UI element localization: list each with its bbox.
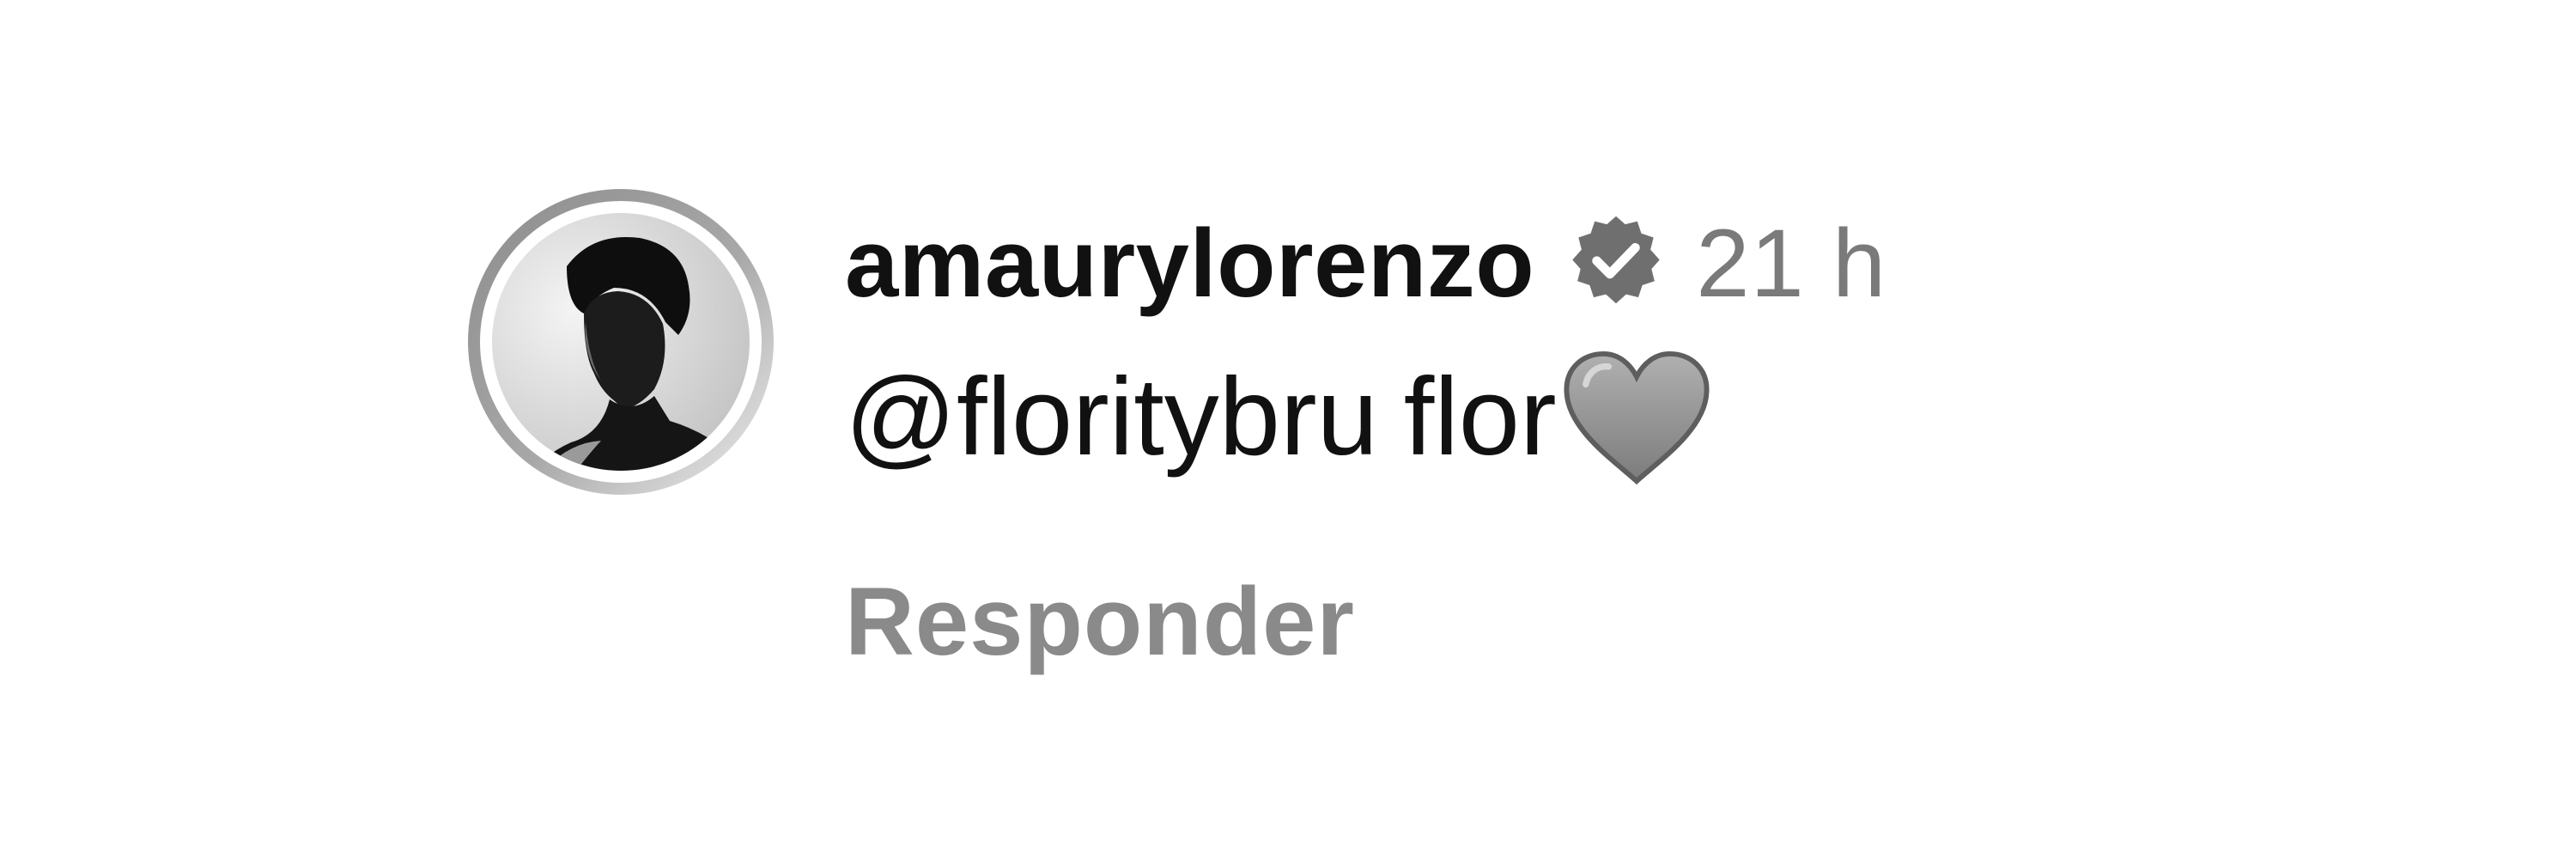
comment-body: amaurylorenzo 21 h @floritybru flor Resp… xyxy=(845,203,2391,677)
reply-button[interactable]: Responder xyxy=(845,566,1355,677)
comment-message: flor xyxy=(1403,356,1557,478)
comment-text: @floritybru flor xyxy=(845,342,2391,492)
mention-link[interactable]: @floritybru xyxy=(845,354,1378,480)
comment-item: amaurylorenzo 21 h @floritybru flor Resp… xyxy=(0,0,2576,859)
comment-timestamp: 21 h xyxy=(1696,209,1887,317)
comment-header: amaurylorenzo 21 h xyxy=(845,203,2391,323)
verified-badge-icon xyxy=(1565,212,1667,314)
username-link[interactable]: amaurylorenzo xyxy=(845,208,1534,319)
grey-heart-icon xyxy=(1560,349,1713,486)
avatar[interactable] xyxy=(464,185,778,499)
avatar-image xyxy=(468,189,774,495)
